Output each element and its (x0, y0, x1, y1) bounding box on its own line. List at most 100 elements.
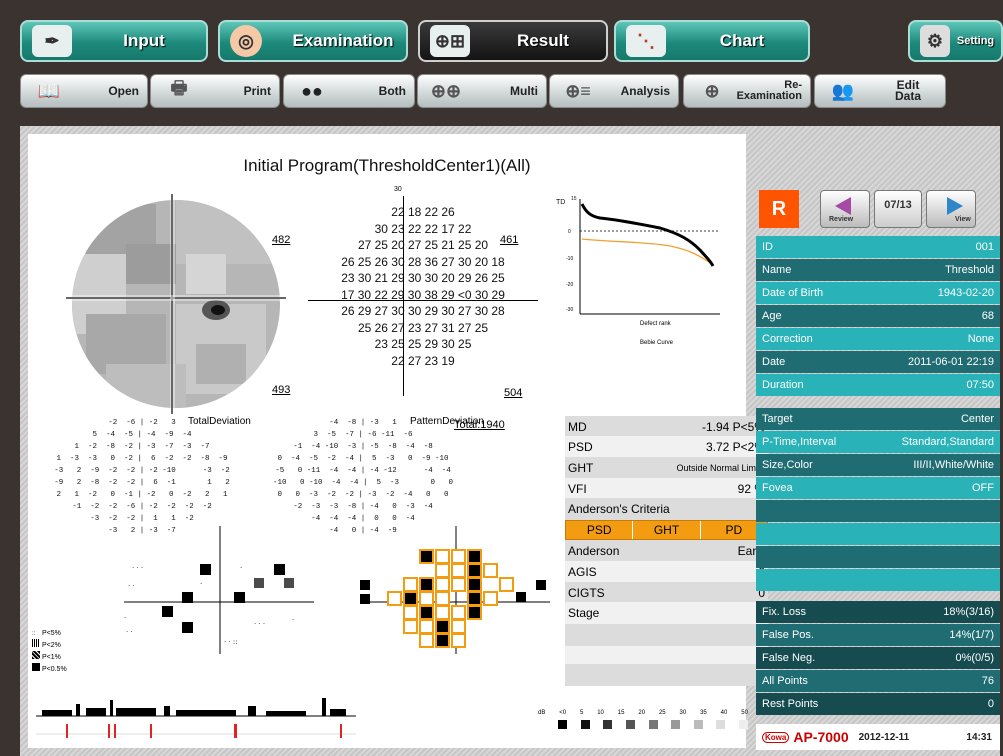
db-scale-tick: 15 (617, 710, 625, 716)
footer-date: 2012-12-11 (858, 731, 910, 743)
print-button[interactable]: 🖶 Print (150, 74, 280, 108)
stat-cigts: CIGTS 0 (565, 582, 768, 604)
deviation-row: -2 -3 -3 -8 | -4 0 -3 -4 (293, 503, 433, 511)
setting-fovea: Fovea OFF (756, 477, 1000, 499)
report-page: Initial Program(ThresholdCenter1)(All) 3… (28, 134, 768, 748)
probability-legend: :: P<5% P<2% P<1% P<0.5% (32, 630, 67, 673)
analysis-icon: ⊕≡ (565, 80, 591, 101)
multi-icon: ⊕⊕ (430, 80, 462, 101)
re-examination-button[interactable]: ⊕ Re- Examination (683, 74, 811, 108)
stat-ght: GHT Outside Normal Limits (565, 457, 768, 479)
pattern-deviation-probability-map (360, 526, 550, 654)
db-swatch (625, 720, 635, 729)
multi-button[interactable]: ⊕⊕ Multi (417, 74, 547, 108)
deviation-row: -5 0 -11 -4 -4 | -4 -12 -4 -4 (275, 467, 451, 475)
setting-blank-4 (756, 569, 1000, 591)
field-name: Name Threshold (756, 259, 1000, 281)
deviation-row: -1 -2 -2 -6 | -2 -2 -2 -2 (72, 503, 212, 511)
both-button[interactable]: ●● Both (283, 74, 415, 108)
page-indicator: 07/13 (874, 190, 922, 228)
setting-button[interactable]: ⚙ Setting (908, 20, 1003, 62)
footer-time: 14:31 (966, 731, 992, 743)
db-scale: dB <0 5 10 15 20 25 30 35 40 50 (538, 710, 748, 716)
field-id: ID 001 (756, 236, 1000, 258)
deviation-row: 1 -3 -3 0 -2 | 6 -2 -2 -8 -9 (56, 455, 228, 463)
db-scale-tick: 35 (700, 710, 707, 716)
reliability-false-neg: False Neg. 0%(0/5) (756, 647, 1000, 669)
reliability-all-points: All Points 76 (756, 670, 1000, 692)
svg-text:· · ·: · · · (254, 620, 265, 628)
grayscale-map (66, 194, 286, 414)
printer-icon: 🖶 (170, 78, 188, 98)
total-deviation-grid: -2 -6 | -2 3 5 -4 -5 | -4 -9 -4 1 -2 -8 -2… (32, 417, 252, 537)
svg-text:· ·: · · (128, 582, 135, 590)
threshold-h-axis (308, 300, 538, 301)
threshold-row: 22 18 22 26 (391, 205, 455, 219)
open-button[interactable]: 📖 Open (20, 74, 148, 108)
stat-blank-1 (565, 624, 768, 646)
db-scale-tick: dB (538, 710, 546, 716)
view-button[interactable]: View (926, 190, 976, 228)
db-scale-tick: 25 (658, 710, 666, 716)
footer-bar: Kowa AP-7000 2012-12-11 14:31 (756, 724, 1000, 750)
deviation-row: -4 -4 -4 | 0 0 -4 (311, 515, 415, 523)
bebie-xlabel: Defect rank (640, 321, 672, 327)
setting-target: Target Center (756, 408, 1000, 430)
stat-blank-3 (565, 664, 768, 686)
svg-text:· · ·: · · · (132, 564, 143, 572)
edit-data-button[interactable]: 👥 Edit Data (814, 74, 946, 108)
db-swatch (558, 720, 567, 729)
deviation-row: 5 -4 -5 | -4 -9 -4 (92, 431, 192, 439)
tab-input[interactable]: ✒ Input (20, 20, 208, 62)
bebie-tick-3: -30 (566, 307, 573, 313)
db-scale-tick: 30 (679, 710, 687, 716)
db-swatch (693, 720, 703, 729)
eyes-icon: ●● (301, 80, 323, 101)
field-date: Date 2011-06-01 22:19 (756, 351, 1000, 373)
db-scale-tick: 50 (741, 710, 748, 716)
svg-text:·: · (292, 616, 294, 624)
bebie-curve-chart: TD 15 0 -10 -20 -30 Defect rank Bebie Cu… (556, 196, 720, 346)
db-scale-tick: 10 (597, 710, 604, 716)
bebie-caption: Bebie Curve (640, 340, 674, 346)
deviation-row: 0 0 -3 -2 -2 | -3 -2 -4 0 0 (277, 491, 449, 499)
deviation-row: -2 -6 | -2 3 (108, 419, 176, 427)
reliability-fix-loss: Fix. Loss 18%(3/16) (756, 601, 1000, 623)
total-deviation-probability-map: · · ·· ·· ·· · ·· · :: · ··· (124, 526, 314, 654)
legend-p05: P<0.5% (41, 666, 67, 673)
db-swatch (603, 720, 613, 729)
db-swatch (671, 720, 681, 729)
bebie-tick-1: -10 (566, 256, 573, 262)
threshold-sum-right-upper: 461 (500, 234, 519, 246)
field-duration: Duration 07:50 (756, 374, 1000, 396)
pen-icon: ✒ (32, 25, 72, 57)
tab-result[interactable]: ⊕⊞ Result (418, 20, 608, 62)
gear-icon: ⚙ (920, 25, 950, 57)
deviation-row: 1 -2 -8 -2 | -3 -7 -3 -7 (74, 443, 210, 451)
tab-examination[interactable]: ◎ Examination (218, 20, 408, 62)
deviation-row: 3 -5 -7 | -6 -11 -6 (313, 431, 413, 439)
db-swatch (648, 720, 658, 729)
setting-blank-1 (756, 500, 1000, 522)
stat-agis: AGIS0 (565, 561, 768, 583)
db-scale-tick: <0 (559, 710, 567, 716)
svg-text:·: · (200, 580, 202, 588)
stat-vfi: VFI 92 % (565, 478, 768, 500)
deviation-row: 2 1 -2 0 -1 | -2 0 -2 2 1 (56, 491, 228, 499)
threshold-sum-left-upper: 482 (272, 234, 291, 246)
field-correction: Correction None (756, 328, 1000, 350)
criteria-psd: PSD (566, 521, 634, 539)
deviation-row: -3 2 -9 -2 -2 | -2 -10 -3 -2 (54, 467, 230, 475)
tab-chart[interactable]: ⋱ Chart (614, 20, 810, 62)
reliability-false-pos: False Pos. 14%(1/7) (756, 624, 1000, 646)
field-dob: Date of Birth 1943-02-20 (756, 282, 1000, 304)
threshold-top-label: 30 (394, 186, 402, 193)
legend-p1: P<1% (41, 654, 61, 661)
model-name: AP-7000 (793, 729, 849, 745)
deviation-row: 0 -4 -5 -2 -4 | 5 -3 0 -9 -10 (277, 455, 449, 463)
analysis-button[interactable]: ⊕≡ Analysis (549, 74, 679, 108)
field-age: Age 68 (756, 305, 1000, 327)
db-scale-swatches (558, 720, 748, 729)
review-button[interactable]: Review (820, 190, 870, 228)
setting-blank-3 (756, 546, 1000, 568)
